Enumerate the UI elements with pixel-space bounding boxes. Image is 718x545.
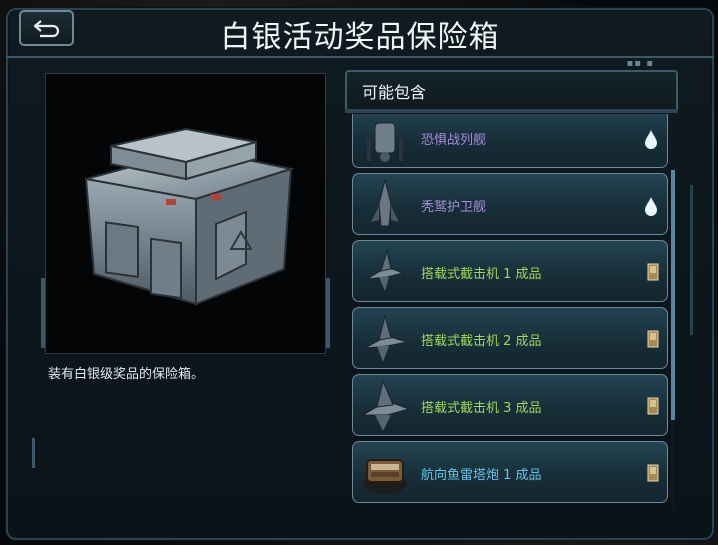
interceptor-icon bbox=[361, 379, 411, 431]
item-name: 搭载式截击机 3 成品 bbox=[421, 401, 542, 416]
list-item[interactable]: 搭载式截击机 3 成品 bbox=[352, 374, 668, 436]
decor-dots: ▪▪ ▪ bbox=[626, 58, 654, 69]
bronze-bar-icon bbox=[647, 330, 659, 348]
list-scrollbar[interactable] bbox=[671, 115, 675, 510]
list-item[interactable]: 秃鹫护卫舰 bbox=[352, 173, 668, 235]
header-strip bbox=[345, 109, 678, 113]
contents-header: 可能包含 bbox=[345, 70, 678, 110]
bronze-bar-icon bbox=[647, 263, 659, 281]
interceptor-icon bbox=[364, 314, 408, 362]
crystal-icon bbox=[645, 197, 657, 216]
back-arrow-icon bbox=[33, 20, 60, 38]
crate-image bbox=[45, 73, 326, 354]
scrollbar-thumb[interactable] bbox=[671, 170, 675, 420]
back-button[interactable] bbox=[19, 10, 74, 46]
list-item[interactable]: 搭载式截击机 1 成品 bbox=[352, 240, 668, 302]
silver-crate-icon bbox=[84, 127, 295, 306]
crystal-icon bbox=[645, 130, 657, 149]
reward-list[interactable]: 恐惧战列舰 秃鹫护卫舰 搭载式截击机 1 成品 搭载式截击机 2 成品 搭载式截… bbox=[349, 114, 669, 504]
page-title: 白银活动奖品保险箱 bbox=[220, 20, 500, 55]
torpedo-turret-icon bbox=[363, 459, 407, 494]
item-name: 恐惧战列舰 bbox=[421, 133, 487, 148]
list-item[interactable]: 恐惧战列舰 bbox=[352, 114, 668, 168]
list-item[interactable]: 搭载式截击机 2 成品 bbox=[352, 307, 668, 369]
item-name: 搭载式截击机 2 成品 bbox=[421, 334, 542, 349]
panel-decoration bbox=[690, 185, 693, 335]
list-item[interactable]: 航向鱼雷塔炮 1 成品 bbox=[352, 441, 668, 503]
contents-panel: 可能包含 恐惧战列舰 秃鹫护卫舰 搭载式截击机 1 成品 搭载式截击机 2 成品… bbox=[345, 70, 678, 510]
item-preview-panel: 装有白银级奖品的保险箱。 bbox=[23, 58, 341, 523]
interceptor-icon bbox=[366, 249, 405, 291]
frigate-icon bbox=[371, 179, 399, 227]
contents-header-label: 可能包含 bbox=[362, 83, 427, 102]
bronze-bar-icon bbox=[647, 464, 659, 482]
item-description: 装有白银级奖品的保险箱。 bbox=[48, 367, 205, 382]
battleship-icon bbox=[367, 122, 403, 162]
bronze-bar-icon bbox=[647, 397, 659, 415]
item-name: 航向鱼雷塔炮 1 成品 bbox=[421, 468, 542, 483]
panel-decoration bbox=[32, 438, 35, 468]
item-name: 搭载式截击机 1 成品 bbox=[421, 267, 542, 282]
item-name: 秃鹫护卫舰 bbox=[421, 200, 487, 215]
